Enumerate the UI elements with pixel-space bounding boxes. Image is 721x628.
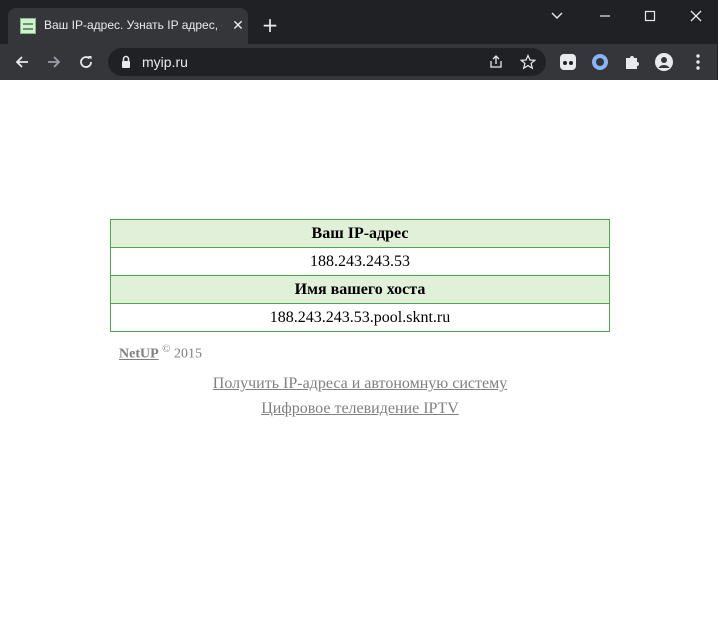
- site-favicon-icon: [20, 18, 36, 34]
- copyright-sign: ©: [162, 343, 171, 355]
- address-bar[interactable]: myip.ru: [108, 48, 546, 76]
- browser-toolbar: myip.ru: [0, 44, 717, 80]
- window-edge: [717, 0, 718, 80]
- browser-tab-active[interactable]: Ваш IP-адрес. Узнать IP адрес, о ✕: [8, 8, 248, 44]
- host-heading: Имя вашего хоста: [110, 275, 610, 304]
- netup-link[interactable]: NetUP: [119, 347, 159, 362]
- maximize-icon[interactable]: [630, 4, 670, 28]
- reader-mode-extension-icon[interactable]: [558, 52, 578, 72]
- ip-heading: Ваш IP-адрес: [110, 219, 610, 248]
- new-tab-button[interactable]: +: [258, 14, 282, 38]
- tab-close-icon[interactable]: ✕: [228, 16, 248, 36]
- ip-value: 188.243.243.53: [110, 247, 610, 276]
- lock-icon[interactable]: [120, 55, 132, 69]
- copyright-year: 2015: [174, 346, 203, 362]
- profile-avatar-icon[interactable]: [654, 52, 674, 72]
- minimize-icon[interactable]: [585, 4, 625, 28]
- browser-titlebar: Ваш IP-адрес. Узнать IP адрес, о ✕ +: [0, 0, 717, 44]
- share-icon[interactable]: [488, 54, 504, 70]
- forward-arrow-icon[interactable]: [40, 48, 68, 76]
- url-text[interactable]: myip.ru: [142, 54, 188, 70]
- menu-kebab-icon[interactable]: [688, 52, 708, 72]
- tab-search-chevron-down-icon[interactable]: [537, 4, 577, 28]
- tab-title: Ваш IP-адрес. Узнать IP адрес, о: [44, 18, 222, 32]
- back-arrow-icon[interactable]: [8, 48, 36, 76]
- reload-icon[interactable]: [72, 48, 100, 76]
- vpn-extension-icon[interactable]: [590, 52, 610, 72]
- get-ip-as-link[interactable]: Получить IP-адреса и автономную систему: [110, 375, 610, 393]
- extensions-puzzle-icon[interactable]: [622, 52, 642, 72]
- close-window-icon[interactable]: [676, 4, 716, 28]
- iptv-link[interactable]: Цифровое телевидение IPTV: [110, 400, 610, 418]
- host-value: 188.243.243.53.pool.sknt.ru: [110, 303, 610, 332]
- ip-info-table: Ваш IP-адрес 188.243.243.53 Имя вашего х…: [110, 219, 610, 332]
- footer-copyright: NetUP © 2015: [119, 343, 202, 363]
- bookmark-star-icon[interactable]: [520, 54, 536, 70]
